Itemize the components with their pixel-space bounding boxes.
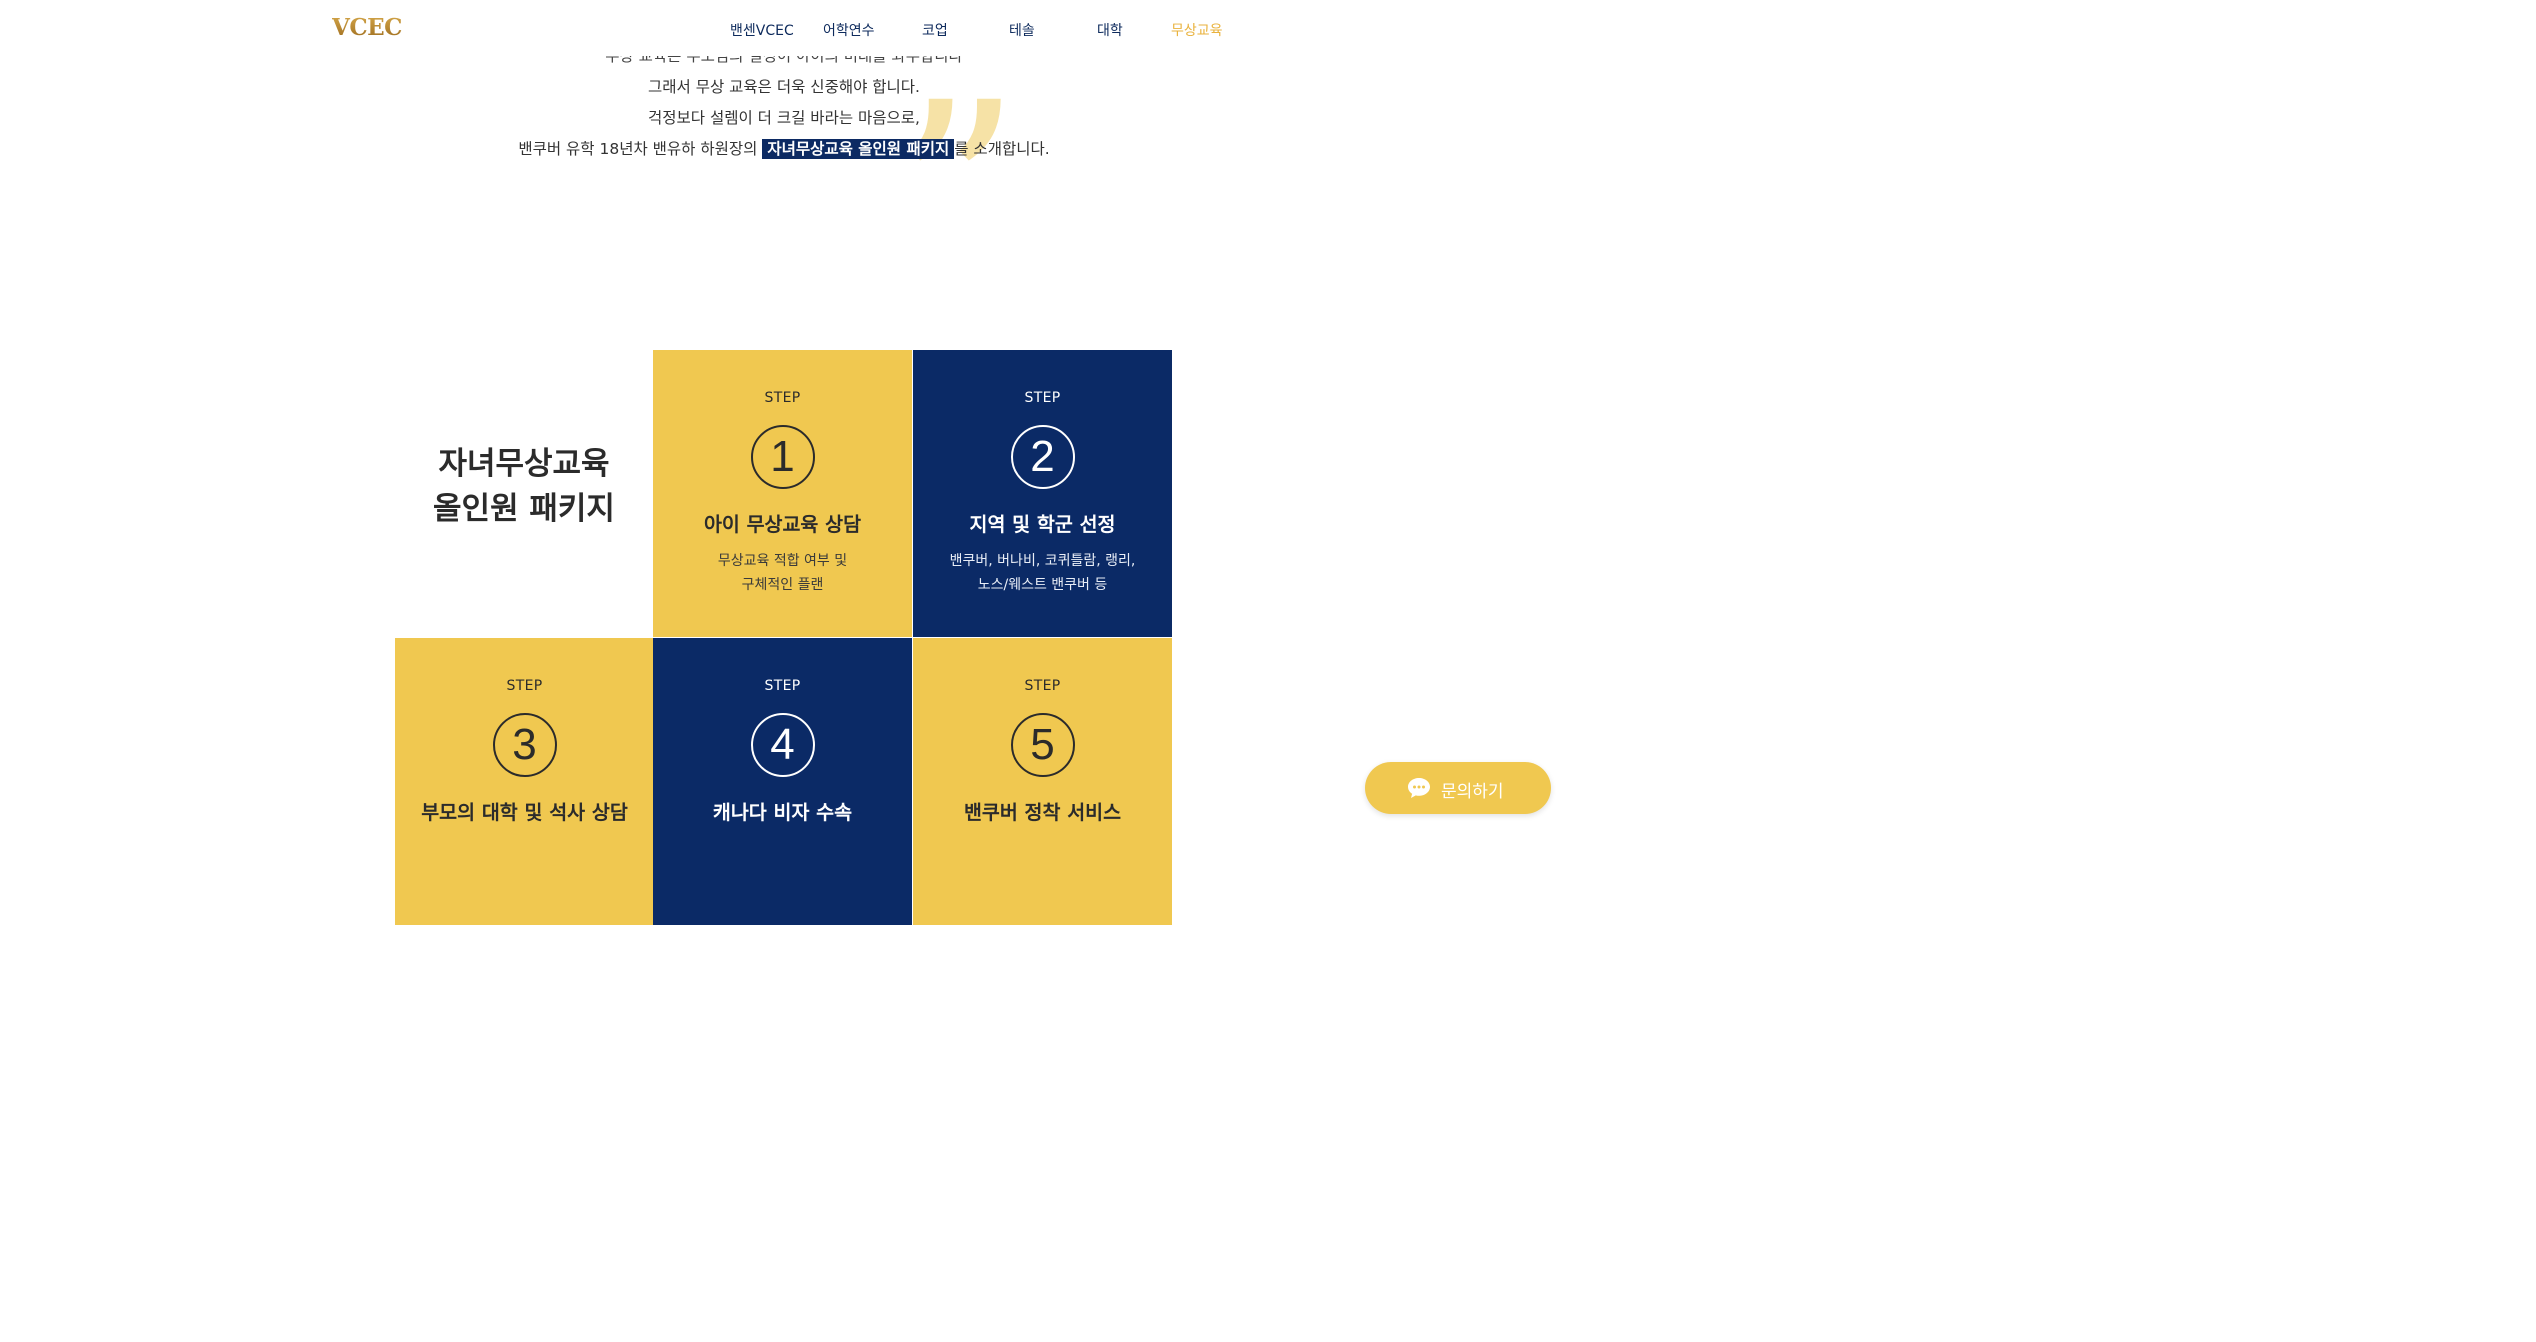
step-description: 밴쿠버, 버나비, 코퀴틀람, 랭리, 노스/웨스트 밴쿠버 등 (913, 550, 1172, 597)
step-card-5: STEP 5 밴쿠버 정착 서비스 (913, 638, 1172, 925)
step-desc-line-1: 무상교육 적합 여부 및 (717, 553, 848, 569)
inquiry-chat-button[interactable]: 문의하기 (1365, 762, 1551, 814)
nav-item-university[interactable]: 대학 (1097, 20, 1123, 40)
step-desc-line-2: 구체적인 플랜 (741, 576, 824, 593)
nav-item-coop[interactable]: 코업 (922, 20, 948, 40)
intro-line-3-suffix: 를 소개합니다. (954, 140, 1050, 158)
step-label: STEP (764, 390, 801, 406)
nav-item-vcec[interactable]: 밴센VCEC (730, 20, 794, 40)
step-number-circle: 5 (1010, 713, 1075, 777)
intro-line-3: 밴쿠버 유학 18년차 밴유하 하원장의 자녀무상교육 올인원 패키지 를 소개합… (0, 137, 1568, 159)
step-title: 아이 무상교육 상담 (703, 513, 862, 536)
step-desc-line-2: 노스/웨스트 밴쿠버 등 (977, 576, 1108, 593)
step-number-circle: 4 (750, 713, 815, 777)
nav-item-free-education[interactable]: 무상교육 (1171, 20, 1223, 40)
step-card-1: STEP 1 아이 무상교육 상담 무상교육 적합 여부 및 구체적인 플랜 (653, 350, 912, 637)
package-title-line-2: 올인원 패키지 (433, 491, 615, 527)
step-label: STEP (764, 678, 801, 694)
intro-line-1: 그래서 무상 교육은 더욱 신중해야 합니다. (648, 78, 920, 96)
step-title: 부모의 대학 및 석사 상담 (421, 801, 628, 824)
step-description: 무상교육 적합 여부 및 구체적인 플랜 (653, 550, 912, 597)
step-number-circle: 2 (1010, 425, 1075, 489)
step-label: STEP (1024, 678, 1061, 694)
step-title: 밴쿠버 정착 서비스 (963, 801, 1122, 824)
step-label: STEP (506, 678, 543, 694)
step-label: STEP (1024, 390, 1061, 406)
package-highlight: 자녀무상교육 올인원 패키지 (762, 139, 955, 159)
step-title: 캐나다 비자 수속 (712, 801, 853, 824)
step-number-circle: 1 (750, 425, 815, 489)
chat-bubble-icon (1408, 778, 1430, 798)
step-card-3: STEP 3 부모의 대학 및 석사 상담 (395, 638, 654, 925)
chat-label: 문의하기 (1441, 782, 1504, 802)
intro-line-3-prefix: 밴쿠버 유학 18년차 밴유하 하원장의 (518, 140, 758, 158)
step-desc-line-1: 밴쿠버, 버나비, 코퀴틀람, 랭리, (949, 553, 1136, 569)
intro-line-2: 걱정보다 설렘이 더 크길 바라는 마음으로, (648, 109, 920, 127)
step-title: 지역 및 학군 선정 (969, 513, 1116, 536)
step-card-4: STEP 4 캐나다 비자 수속 (653, 638, 912, 925)
package-title: 자녀무상교육 올인원 패키지 (395, 442, 653, 532)
nav-item-language-study[interactable]: 어학연수 (823, 20, 875, 40)
step-card-2: STEP 2 지역 및 학군 선정 밴쿠버, 버나비, 코퀴틀람, 랭리, 노스… (913, 350, 1172, 637)
site-header: VCEC 밴센VCEC 어학연수 코업 테솔 대학 무상교육 (0, 0, 1568, 56)
nav-item-tesol[interactable]: 테솔 (1009, 20, 1035, 40)
step-number-circle: 3 (492, 713, 557, 777)
main-nav: 밴센VCEC 어학연수 코업 테솔 대학 무상교육 (0, 20, 1568, 40)
package-title-line-1: 자녀무상교육 (438, 446, 610, 482)
